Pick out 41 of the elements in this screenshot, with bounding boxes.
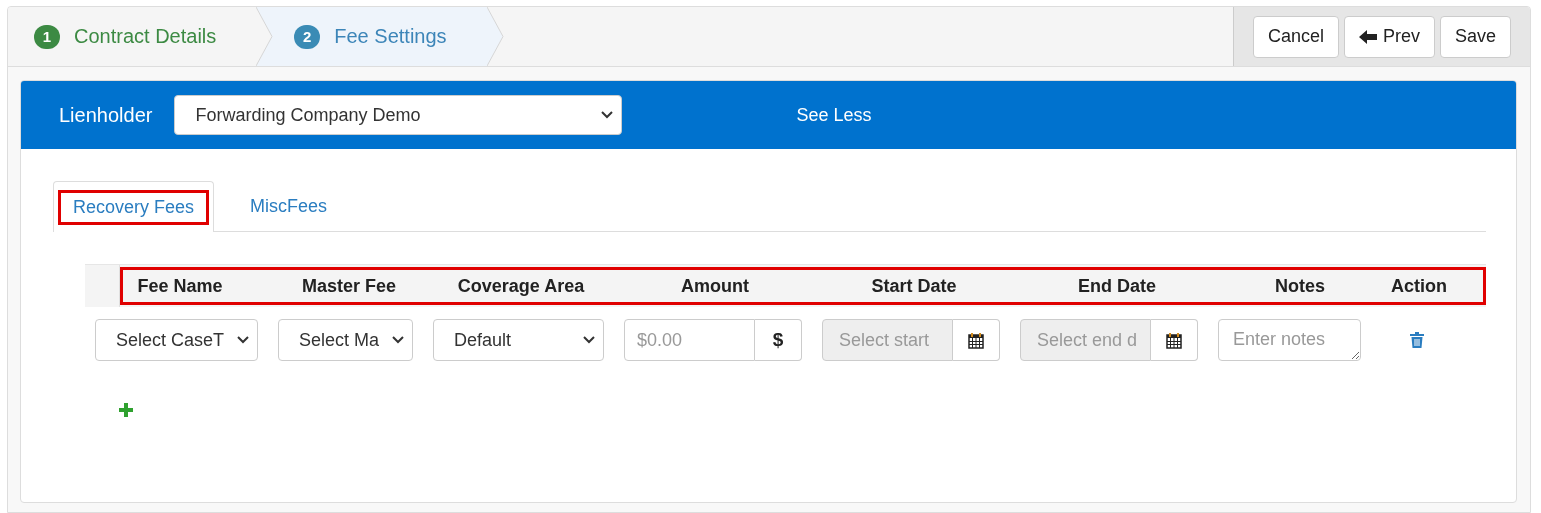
select-field[interactable]: Select CaseT [95,319,258,361]
column-header: Coverage Area [456,275,586,297]
select-field[interactable]: Default [433,319,604,361]
lienholder-label: Lienholder [59,103,153,127]
step-label: Fee Settings [334,25,447,48]
date-field[interactable]: Select end d [1020,319,1151,361]
see-less-link[interactable]: See Less [796,104,872,126]
action-button[interactable]: Save [1439,15,1511,58]
column-header: Master Fee [300,275,397,297]
currency-addon: $ [755,319,802,361]
date-field[interactable]: Select start [822,319,953,361]
column-header: End Date [1077,275,1157,297]
chevron-down-icon [601,111,614,119]
calendar-icon [968,331,984,349]
amount-field[interactable]: $0.00 [624,319,755,361]
wizard-step[interactable]: 1 Contract Details [8,7,275,66]
column-header: Fee Name [136,275,224,297]
add-icon[interactable] [119,403,133,417]
chevron-down-icon [392,336,404,344]
action-button[interactable]: Cancel [1252,15,1339,58]
calendar-button[interactable] [953,319,1000,361]
fee-tab[interactable]: MiscFees [222,181,348,231]
wizard-step[interactable]: 2 Fee Settings [274,7,505,66]
select-field[interactable]: Select Ma [278,319,413,361]
lienholder-select[interactable]: Forwarding Company Demo [174,95,623,135]
prev-button[interactable]: Prev [1343,15,1435,58]
step-label: Contract Details [74,25,217,48]
column-header: Amount [680,275,750,297]
chevron-down-icon [237,336,249,344]
fee-tab[interactable]: Recovery Fees [53,181,215,232]
calendar-icon [1166,331,1182,349]
step-number-badge: 1 [34,24,60,49]
column-header: Start Date [870,275,958,297]
notes-field[interactable]: Enter notes [1218,319,1361,361]
column-header: Notes [1274,275,1326,297]
arrow-left-icon [1358,29,1377,44]
step-number-badge: 2 [294,24,321,49]
column-header: Action [1390,275,1448,297]
trash-icon[interactable] [1410,332,1424,348]
calendar-button[interactable] [1151,319,1198,361]
chevron-down-icon [583,336,595,344]
